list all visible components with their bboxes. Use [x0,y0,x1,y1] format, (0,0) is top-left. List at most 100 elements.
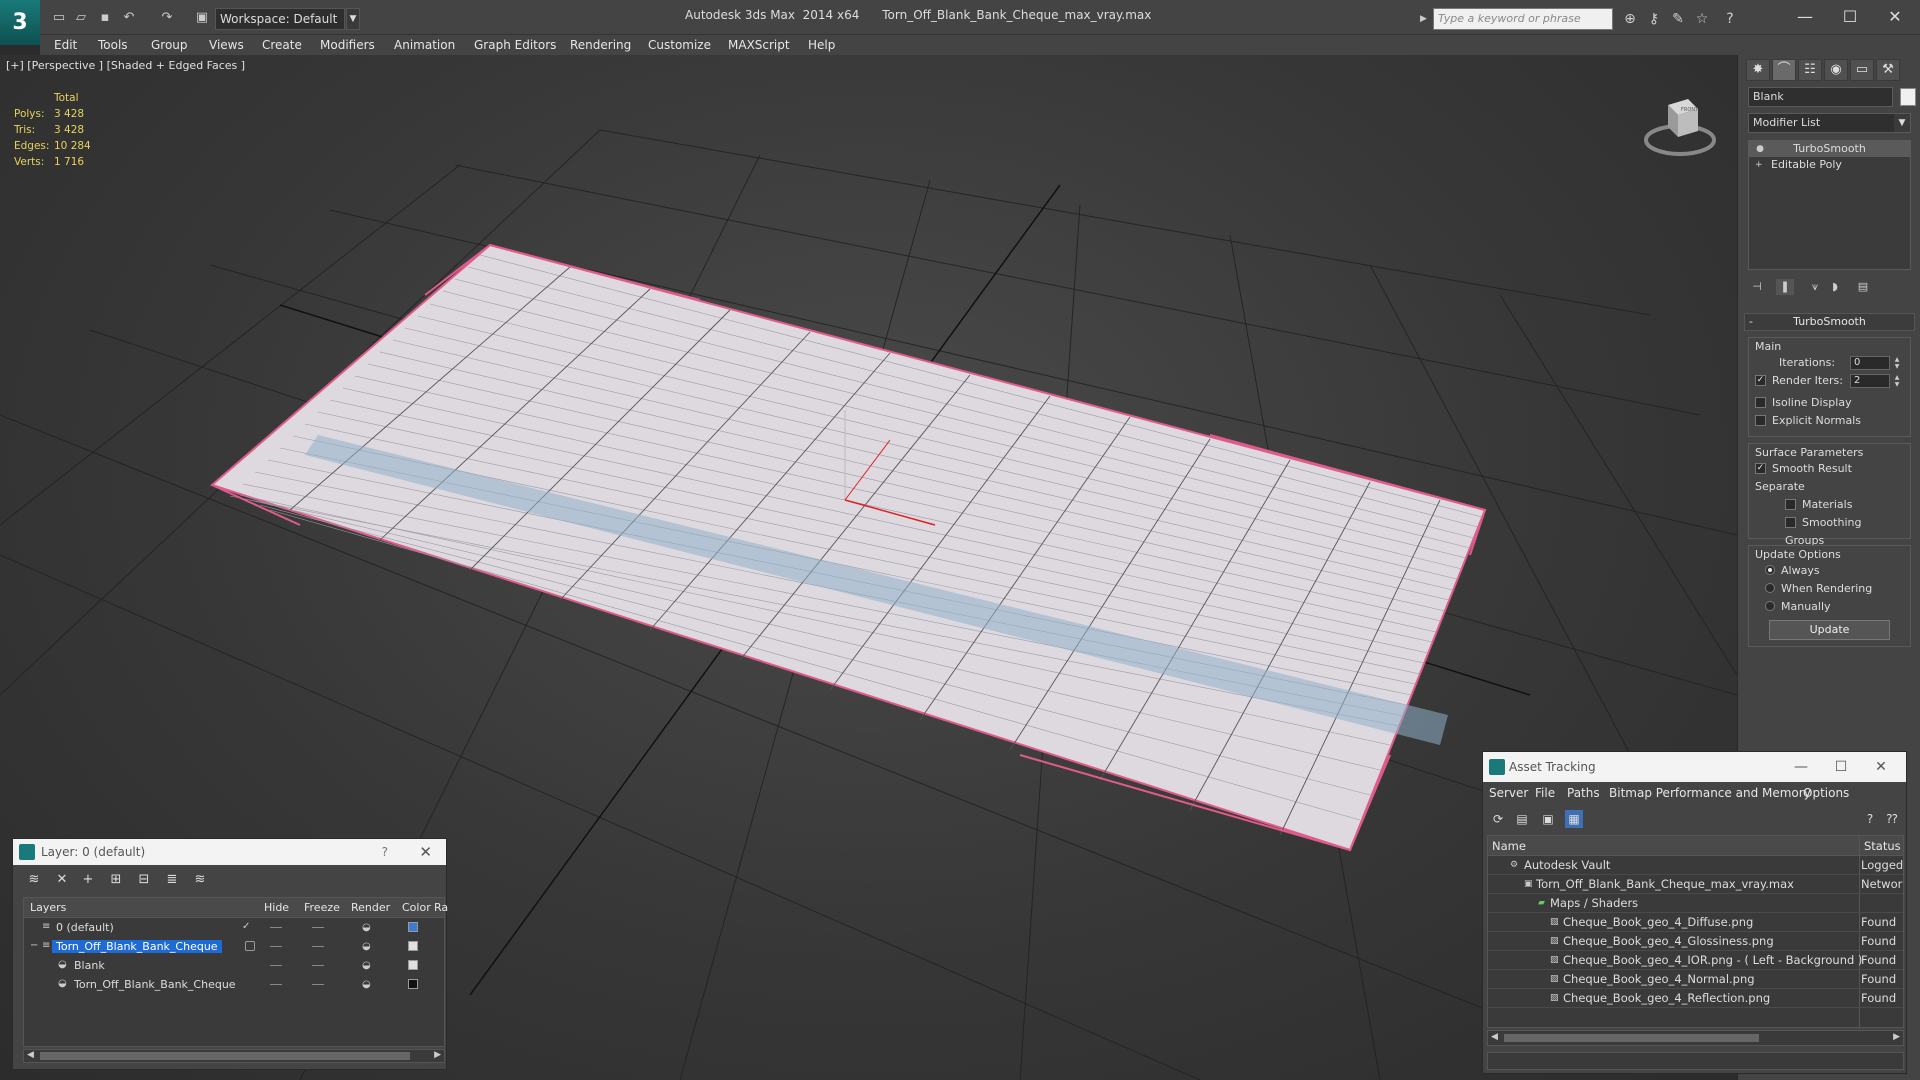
project-folder-icon[interactable]: ▣ [193,10,211,26]
refresh-icon[interactable]: ⟳ [1489,810,1507,828]
motion-tab-icon[interactable]: ◉ [1824,59,1848,81]
new-file-icon[interactable]: ▭ [50,10,68,26]
col-freeze[interactable]: Freeze [304,901,340,914]
asset-row[interactable]: ▧ Cheque_Book_geo_4_Diffuse.png Found [1488,913,1903,932]
col-color[interactable]: Color [402,901,431,914]
menu-views[interactable]: Views [209,38,244,52]
layer-color-swatch[interactable] [408,941,418,951]
maximize-icon[interactable]: ☐ [1826,752,1856,782]
help-icon[interactable]: ? [382,839,388,865]
freeze-toggle[interactable] [312,927,324,928]
render-iters-spinner[interactable]: 2 [1850,374,1890,388]
make-unique-icon[interactable]: ⩛ [1806,279,1824,295]
thumbnail-view-icon[interactable]: ▣ [1539,810,1557,828]
new-layer-icon[interactable]: ≋ [25,871,43,889]
undo-icon[interactable]: ↶ [120,10,138,26]
menu-animation[interactable]: Animation [394,38,455,52]
help-context-icon[interactable]: ⁇ [1883,810,1901,828]
maximize-icon[interactable]: ☐ [1830,4,1870,30]
table-view-icon[interactable]: ▦ [1565,810,1583,828]
freeze-toggle[interactable] [312,946,324,947]
hide-all-icon[interactable]: ≣ [163,871,181,889]
asset-window-titlebar[interactable]: Asset Tracking — ☐ ✕ [1483,752,1906,782]
object-color-swatch[interactable] [1900,88,1916,106]
render-teapot-icon[interactable]: ◒ [362,979,371,990]
stack-item-editable-poly[interactable]: + Editable Poly [1749,157,1910,173]
modifier-list-dropdown[interactable]: Modifier List ▼ [1748,113,1911,133]
menu-bitmap-performance[interactable]: Bitmap Performance and Memory [1609,786,1811,800]
menu-maxscript[interactable]: MAXScript [728,38,790,52]
materials-checkbox[interactable] [1785,498,1796,510]
create-tab-icon[interactable]: ✸ [1746,59,1770,81]
col-name[interactable]: Name [1492,839,1526,853]
col-render[interactable]: Render [351,901,390,914]
render-teapot-icon[interactable]: ◒ [362,922,371,933]
help-icon[interactable]: ? [1720,10,1740,28]
object-name-field[interactable]: Blank [1748,87,1893,107]
menu-file[interactable]: File [1535,786,1555,800]
active-layer-check-icon[interactable]: ✓ [242,921,250,932]
horizontal-scrollbar[interactable]: ◀ ▶ [1487,1030,1904,1046]
asset-row[interactable]: ▧ Cheque_Book_geo_4_IOR.png - ( Left - B… [1488,951,1903,970]
close-icon[interactable]: ✕ [419,839,432,865]
active-layer-box-icon[interactable] [245,941,255,951]
col-radiosity[interactable]: Ra [434,901,448,914]
scrollbar-thumb[interactable] [40,1052,410,1060]
smoothing-groups-checkbox[interactable] [1785,516,1796,528]
iterations-spinner[interactable]: 0 [1850,356,1890,370]
close-icon[interactable]: ✕ [1875,4,1915,30]
menu-options[interactable]: Options [1803,786,1849,800]
add-to-layer-icon[interactable]: + [79,871,97,889]
freeze-toggle[interactable] [312,965,324,966]
col-layers[interactable]: Layers [30,901,66,914]
freeze-all-icon[interactable]: ≋ [191,871,209,889]
menu-edit[interactable]: Edit [54,38,77,52]
when-rendering-radio[interactable] [1765,583,1775,593]
render-iters-checkbox[interactable]: ✓ [1755,374,1766,386]
redo-icon[interactable]: ↷ [158,10,176,26]
collapse-icon[interactable]: − [30,940,38,951]
update-button[interactable]: Update [1769,620,1890,640]
scroll-left-icon[interactable]: ◀ [1491,1032,1498,1042]
asset-row[interactable]: ▣ Torn_Off_Blank_Bank_Cheque_max_vray.ma… [1488,875,1903,894]
freeze-toggle[interactable] [312,984,324,985]
scroll-left-icon[interactable]: ◀ [27,1050,34,1060]
menu-rendering[interactable]: Rendering [570,38,631,52]
menu-create[interactable]: Create [262,38,302,52]
close-icon[interactable]: ✕ [1866,752,1896,782]
layer-row[interactable]: ◒ Blank ◒ [24,956,444,975]
hide-toggle[interactable] [270,927,282,928]
layer-window-titlebar[interactable]: Layer: 0 (default) ? ✕ [13,839,446,865]
minimize-icon[interactable]: — [1786,752,1816,782]
highlight-layer-icon[interactable]: ⊟ [135,871,153,889]
layer-row[interactable]: ◒ Torn_Off_Blank_Bank_Cheque ◒ [24,975,444,994]
subscription-icon[interactable]: ✎ [1668,10,1688,28]
minimize-icon[interactable]: — [1785,4,1825,30]
remove-modifier-icon[interactable]: ◗ [1826,279,1844,295]
favorites-icon[interactable]: ☆ [1692,10,1712,28]
spinner-arrows-icon[interactable]: ▲ ▼ [1892,356,1902,370]
layer-row[interactable]: ≡ 0 (default) ✓ ◒ [24,918,444,937]
asset-row[interactable]: ▧ Cheque_Book_geo_4_Normal.png Found [1488,970,1903,989]
render-teapot-icon[interactable]: ◒ [362,960,371,971]
render-teapot-icon[interactable]: ◒ [362,941,371,952]
lightbulb-icon[interactable]: ● [1755,143,1765,155]
hierarchy-tab-icon[interactable]: ☷ [1798,59,1822,81]
menu-customize[interactable]: Customize [648,38,711,52]
binoculars-icon[interactable]: ⊕ [1620,10,1640,28]
help-icon[interactable]: ? [1861,810,1879,828]
workspace-dropdown[interactable]: Workspace: Default [215,8,345,30]
menu-tools[interactable]: Tools [98,38,128,52]
app-logo-icon[interactable]: 3 [0,0,40,45]
scroll-right-icon[interactable]: ▶ [1893,1032,1900,1042]
chevron-down-icon[interactable]: ▼ [1894,114,1910,132]
hide-toggle[interactable] [270,984,282,985]
layer-color-swatch[interactable] [408,979,418,989]
layer-color-swatch[interactable] [408,960,418,970]
col-status[interactable]: Status [1864,839,1901,853]
smooth-result-checkbox[interactable]: ✓ [1755,462,1766,474]
col-hide[interactable]: Hide [264,901,289,914]
layer-color-swatch[interactable] [408,922,418,932]
menu-graph-editors[interactable]: Graph Editors [474,38,556,52]
chevron-down-icon[interactable]: ▼ [346,8,360,30]
